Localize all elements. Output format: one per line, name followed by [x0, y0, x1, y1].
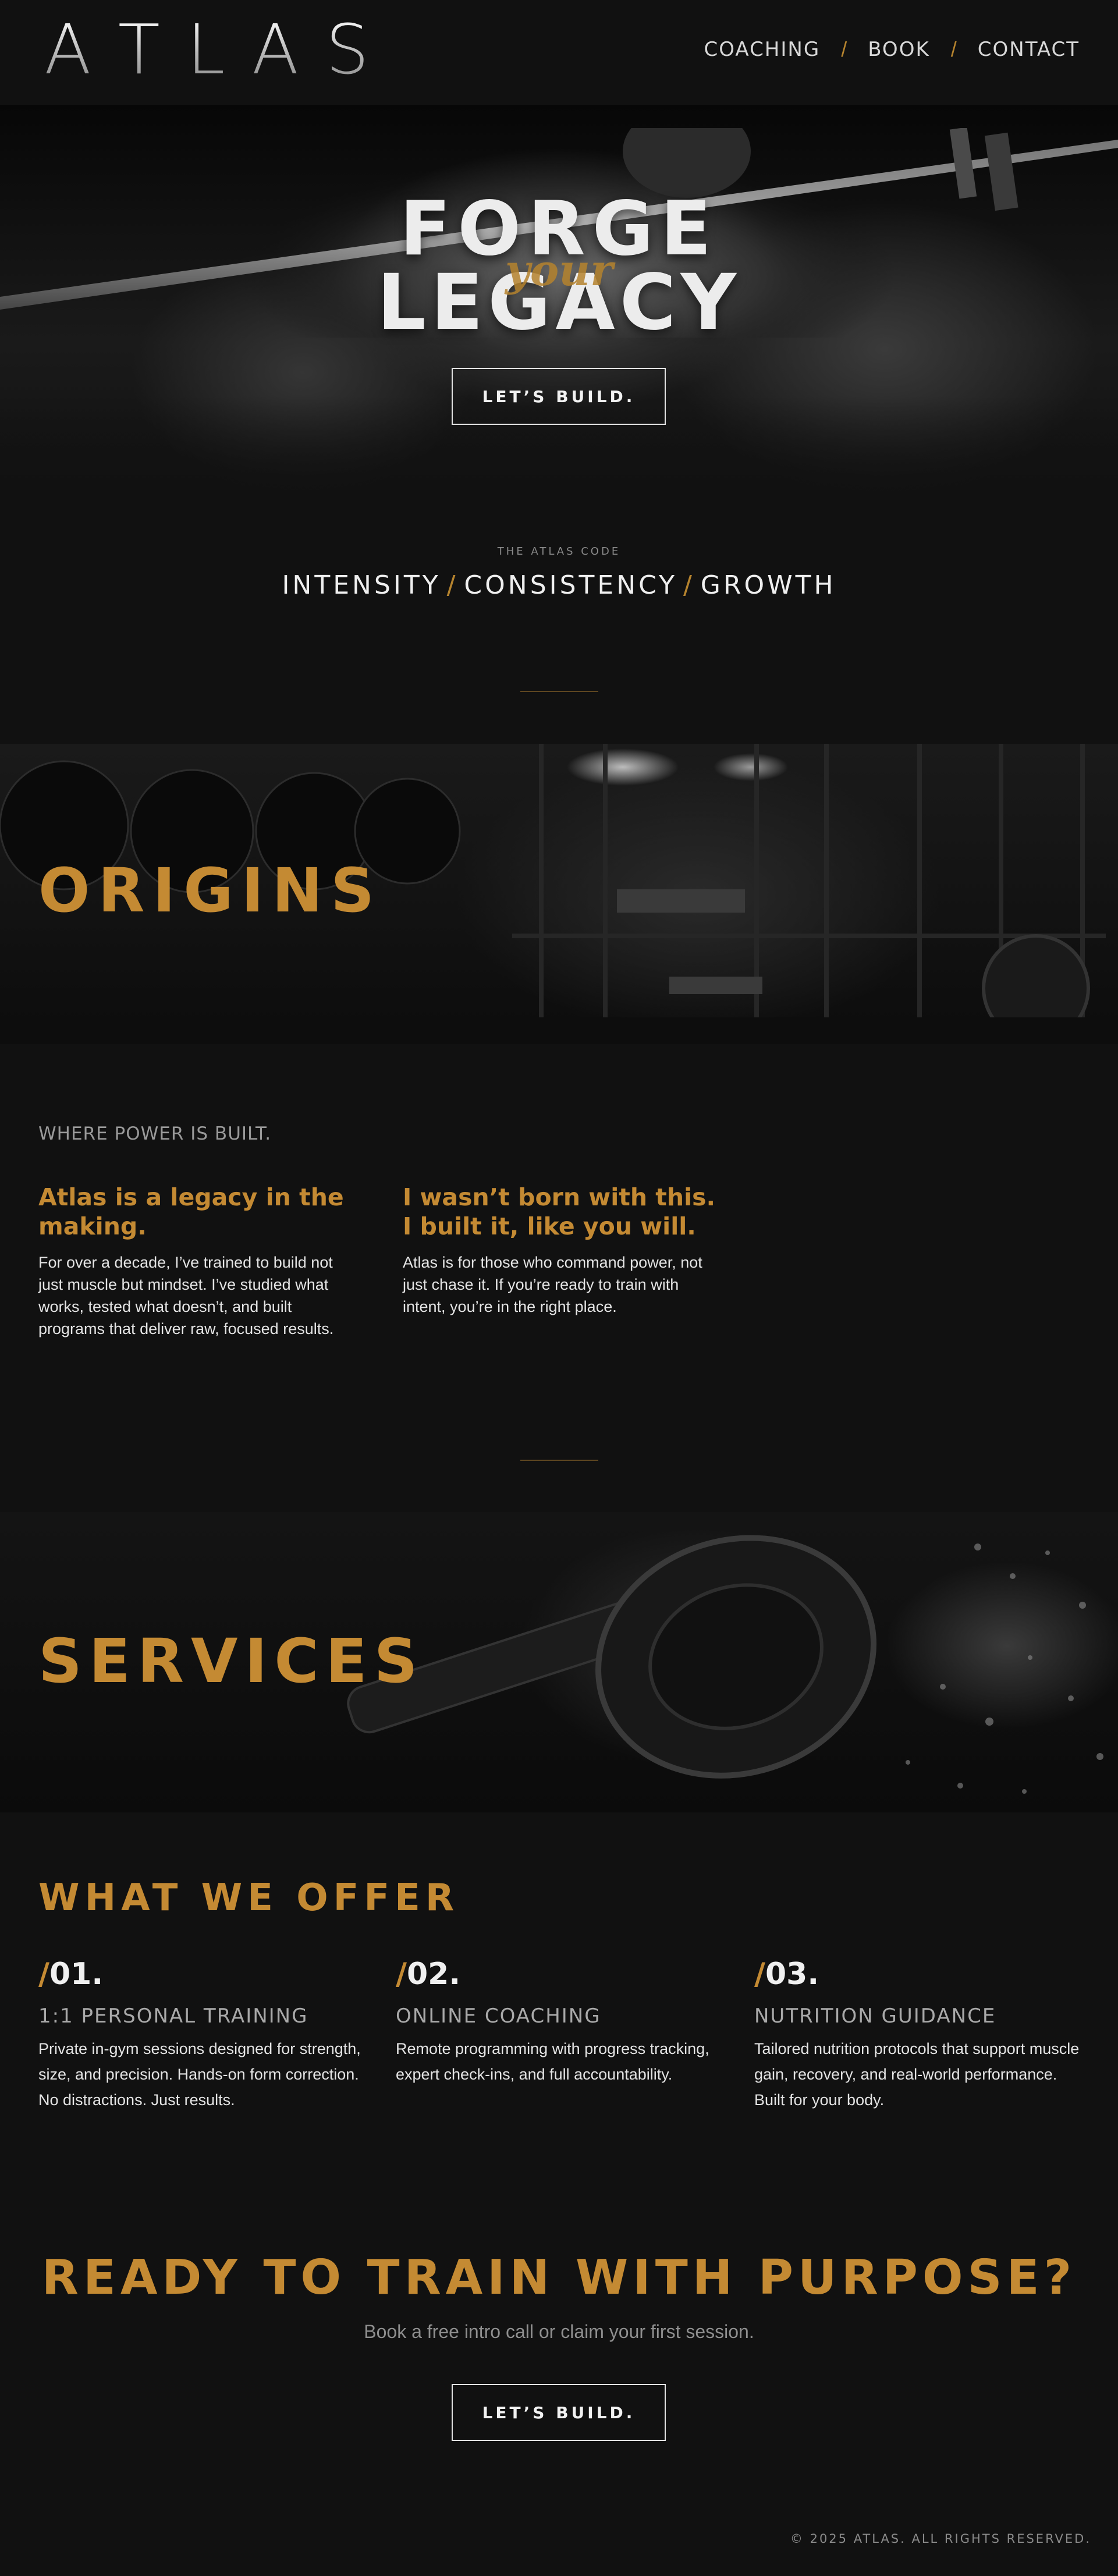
footer-copyright: © 2025 ATLAS. ALL RIGHTS RESERVED.: [790, 2532, 1091, 2546]
service-name: 1:1 PERSONAL TRAINING: [38, 2004, 308, 2028]
hero-cta-button[interactable]: LET’S BUILD.: [452, 368, 666, 425]
service-number: /01.: [38, 1959, 364, 1989]
service-name: ONLINE COACHING: [396, 2004, 601, 2028]
service-name: NUTRITION GUIDANCE: [754, 2004, 996, 2028]
offer-title: WHAT WE OFFER: [38, 1876, 460, 1919]
cta-title: READY TO TRAIN WITH PURPOSE?: [41, 2250, 1077, 2305]
section-divider: [520, 691, 598, 692]
services-title: SERVICES: [38, 1626, 425, 1697]
atlas-logo[interactable]: A T L A S: [44, 9, 381, 90]
services-banner: SERVICES: [0, 1512, 1118, 1812]
service-number: /02.: [396, 1959, 722, 1989]
service-number-text: 03.: [765, 1957, 819, 1992]
main-nav: COACHING / BOOK / CONTACT: [704, 37, 1080, 62]
logo-letter: A: [44, 9, 103, 90]
hero-section: FORGE your LEGACY LET’S BUILD.: [0, 105, 1118, 501]
nav-link-coaching[interactable]: COACHING: [704, 38, 821, 61]
logo-letter: L: [186, 9, 237, 90]
nav-separator: /: [841, 37, 847, 61]
cta-button[interactable]: LET’S BUILD.: [452, 2384, 666, 2441]
service-number-text: 01.: [49, 1957, 104, 1992]
service-description: Remote programming with progress trackin…: [396, 2040, 709, 2083]
origins-eyebrow: WHERE POWER IS BUILT.: [38, 1123, 272, 1144]
logo-letter: T: [118, 9, 172, 90]
code-separator: /: [683, 570, 695, 600]
hero-script-word: your: [505, 246, 613, 296]
service-slash: /: [754, 1957, 765, 1992]
about-heading: Atlas is a legacy in the making.: [38, 1183, 344, 1240]
service-slash: /: [38, 1957, 49, 1992]
about-column: I wasn’t born with this. I built it, lik…: [403, 1183, 717, 1318]
service-number-text: 02.: [407, 1957, 461, 1992]
nav-link-contact[interactable]: CONTACT: [978, 38, 1080, 61]
service-description: Tailored nutrition protocols that suppor…: [754, 2040, 1080, 2109]
service-number: /03.: [754, 1959, 1080, 1989]
about-body: For over a decade, I’ve trained to build…: [38, 1254, 334, 1337]
service-description: Private in-gym sessions designed for str…: [38, 2040, 361, 2109]
code-separator: /: [446, 570, 459, 600]
origins-title: ORIGINS: [38, 855, 383, 926]
section-divider: [520, 1460, 598, 1461]
nav-link-book[interactable]: BOOK: [868, 38, 930, 61]
logo-letter: S: [325, 9, 381, 90]
about-column: Atlas is a legacy in the making. For ove…: [38, 1183, 353, 1340]
about-body: Atlas is for those who command power, no…: [403, 1254, 702, 1315]
code-value: INTENSITY: [282, 570, 441, 600]
service-item: /03. NUTRITION GUIDANCE Tailored nutriti…: [754, 1959, 1080, 2113]
service-slash: /: [396, 1957, 407, 1992]
nav-separator: /: [950, 37, 957, 61]
code-eyebrow: THE ATLAS CODE: [497, 545, 621, 558]
logo-letter: A: [251, 9, 311, 90]
service-item: /02. ONLINE COACHING Remote programming …: [396, 1959, 722, 2087]
service-item: /01. 1:1 PERSONAL TRAINING Private in-gy…: [38, 1959, 364, 2113]
about-heading: I wasn’t born with this. I built it, lik…: [403, 1183, 716, 1240]
cta-subtitle: Book a free intro call or claim your fir…: [364, 2321, 754, 2342]
code-value: CONSISTENCY: [464, 570, 677, 600]
site-header: A T L A S COACHING / BOOK / CONTACT: [0, 0, 1118, 105]
code-values: INTENSITY / CONSISTENCY / GROWTH: [0, 570, 1118, 600]
hero-title: FORGE your LEGACY: [0, 192, 1118, 342]
origins-banner: ORIGINS: [0, 744, 1118, 1044]
code-value: GROWTH: [700, 570, 836, 600]
